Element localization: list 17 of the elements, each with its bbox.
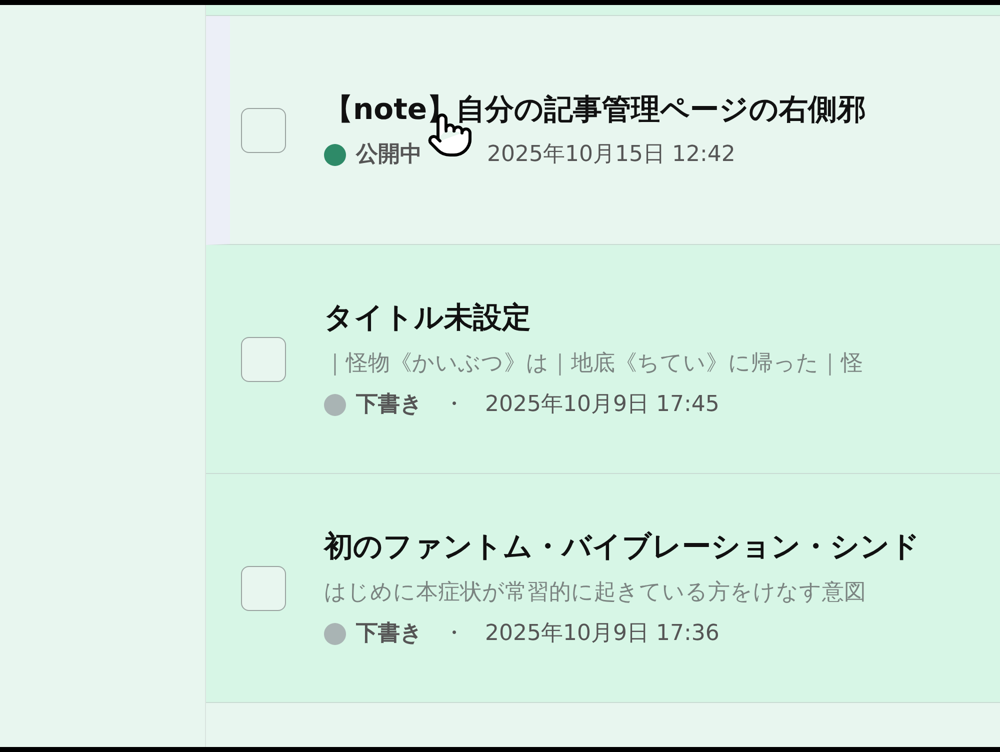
article-date: 2025年10月15日 12:42 <box>487 141 736 169</box>
article-excerpt: はじめに本症状が常習的に起きている方をけなす意図 <box>324 578 867 606</box>
article-date: 2025年10月9日 17:36 <box>485 620 720 648</box>
separator: ・ <box>442 620 466 648</box>
status-label: 下書き <box>356 620 423 648</box>
article-row[interactable]: 初のファントム・バイブレーション・シンド はじめに本症状が常習的に起きている方をけなす意図 下書き ・ 2025年10月9日 17:36 <box>206 474 1000 703</box>
article-title[interactable]: タイトル未設定 <box>324 299 863 336</box>
status-label: 公開中 <box>356 141 422 169</box>
separator: ・ <box>442 391 466 419</box>
checkbox[interactable] <box>241 336 286 382</box>
article-excerpt: ｜怪物《かいぶつ》は｜地底《ちてい》に帰った｜怪 <box>324 350 863 378</box>
checkbox[interactable] <box>241 108 286 152</box>
article-date: 2025年10月9日 17:45 <box>485 391 720 419</box>
article-title[interactable]: 初のファントム・バイブレーション・シンド <box>324 528 920 565</box>
article-row[interactable]: タイトル未設定 ｜怪物《かいぶつ》は｜地底《ちてい》に帰った｜怪 下書き ・ 2025年10月9日 17:45 <box>206 245 1000 474</box>
checkbox[interactable] <box>241 566 286 610</box>
status-label: 下書き <box>356 391 423 419</box>
